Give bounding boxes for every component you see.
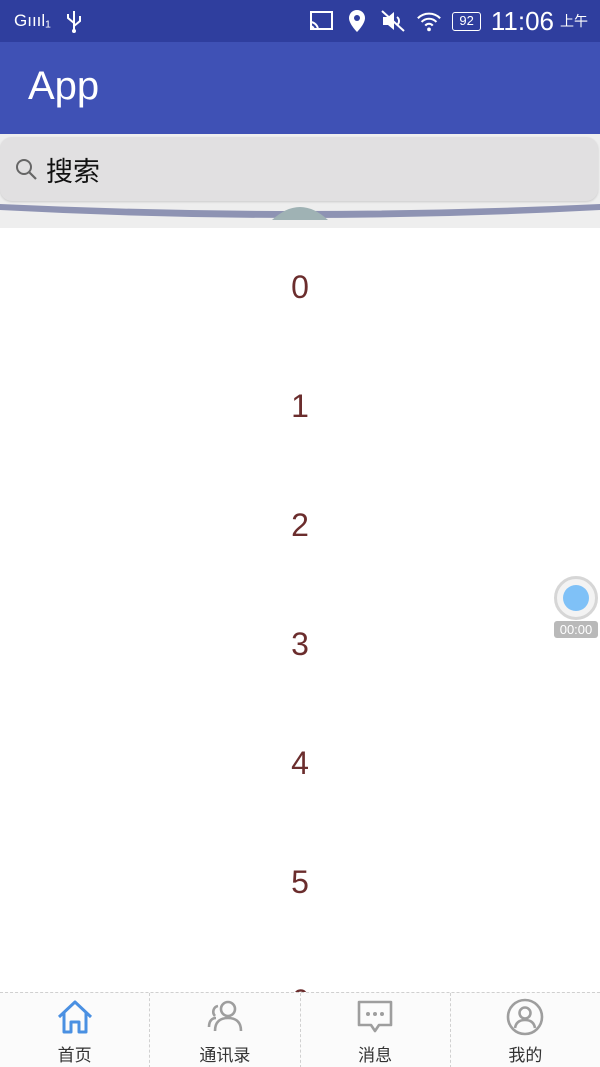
search-icon — [14, 157, 38, 181]
battery-indicator: 92 — [452, 11, 481, 31]
status-right: 92 11:06 上午 — [308, 0, 588, 42]
nav-label-profile: 我的 — [508, 1046, 543, 1066]
nav-item-messages[interactable]: 消息 — [301, 993, 451, 1067]
record-timer: 00:00 — [554, 621, 598, 638]
nav-label-contacts: 通讯录 — [199, 1046, 251, 1066]
list-item[interactable]: 4 — [0, 704, 600, 823]
message-icon — [355, 997, 395, 1037]
contacts-icon — [205, 997, 245, 1037]
signal-strength: Gıııl₁ — [14, 11, 51, 30]
wifi-icon — [416, 8, 442, 34]
nav-item-contacts[interactable]: 通讯录 — [150, 993, 301, 1067]
nav-label-messages: 消息 — [358, 1046, 393, 1066]
status-bar: Gıııl₁ 92 11:06 上午 — [0, 0, 600, 42]
nav-item-profile[interactable]: 我的 — [451, 993, 600, 1067]
list-item[interactable]: 2 — [0, 466, 600, 585]
list-item[interactable]: 0 — [0, 228, 600, 347]
cast-icon — [308, 8, 334, 34]
status-left: Gıııl₁ — [14, 0, 87, 42]
record-circle[interactable] — [554, 576, 598, 620]
search-input[interactable]: 搜索 — [46, 150, 100, 189]
bottom-nav: 首页 通讯录 消息 我的 — [0, 992, 600, 1067]
record-dot-icon — [563, 585, 589, 611]
number-list[interactable]: 0 1 2 3 4 5 6 — [0, 228, 600, 992]
nav-item-home[interactable]: 首页 — [0, 993, 151, 1067]
list-item[interactable]: 6 — [0, 942, 600, 992]
nav-label-home: 首页 — [57, 1046, 92, 1066]
search-box[interactable]: 搜索 — [0, 137, 598, 201]
list-item[interactable]: 5 — [0, 823, 600, 942]
app-bar: App — [0, 42, 600, 134]
profile-icon — [505, 997, 545, 1037]
list-item[interactable]: 3 — [0, 585, 600, 704]
mute-icon — [380, 8, 406, 34]
list-item[interactable]: 1 — [0, 347, 600, 466]
search-area: 搜索 — [0, 134, 600, 228]
app-title: App — [28, 64, 100, 108]
clock: 11:06 — [490, 5, 554, 36]
clock-ampm: 上午 — [560, 14, 588, 30]
floating-record-button[interactable]: 00:00 — [554, 576, 598, 640]
usb-icon — [61, 8, 87, 34]
location-icon — [344, 8, 370, 34]
home-icon — [55, 997, 95, 1037]
